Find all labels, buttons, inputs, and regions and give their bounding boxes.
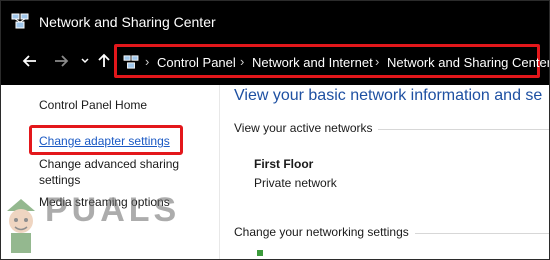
- section-divider: [378, 129, 549, 130]
- active-networks-label: View your active networks: [234, 121, 373, 135]
- network-icon: [11, 13, 29, 29]
- back-button[interactable]: [21, 53, 39, 73]
- up-button[interactable]: [95, 53, 113, 73]
- navigation-bar: › Control Panel › Network and Internet ›…: [1, 41, 549, 85]
- breadcrumb-network-and-internet[interactable]: Network and Internet: [252, 55, 373, 70]
- sidebar-link-change-advanced-sharing[interactable]: Change advanced sharing: [39, 157, 179, 171]
- breadcrumb-control-panel[interactable]: Control Panel: [157, 55, 236, 70]
- pane-divider: [219, 85, 220, 259]
- chevron-right-icon: ›: [240, 54, 245, 69]
- highlight-box: [29, 125, 183, 155]
- network-settings-icon: [257, 250, 263, 256]
- network-icon: [123, 55, 139, 69]
- chevron-down-icon: [81, 58, 89, 64]
- network-type: Private network: [254, 176, 337, 190]
- watermark-text: PUALS: [45, 191, 181, 229]
- arrow-right-icon: [55, 55, 69, 67]
- forward-button[interactable]: [52, 53, 70, 73]
- change-settings-label: Change your networking settings: [234, 225, 409, 239]
- page-title: View your basic network information and …: [234, 87, 543, 104]
- arrow-up-icon: [98, 53, 110, 67]
- network-name: First Floor: [254, 157, 314, 171]
- mascot-logo-icon: [7, 199, 35, 253]
- section-divider: [415, 233, 549, 234]
- breadcrumb-network-and-sharing-center[interactable]: Network and Sharing Center: [387, 55, 549, 70]
- arrow-left-icon: [22, 55, 36, 67]
- sidebar-link-control-panel-home[interactable]: Control Panel Home: [39, 98, 147, 112]
- chevron-right-icon: ›: [375, 54, 380, 69]
- window-title: Network and Sharing Center: [39, 14, 216, 30]
- chevron-right-icon: ›: [145, 54, 150, 69]
- address-bar[interactable]: › Control Panel › Network and Internet ›…: [114, 44, 549, 78]
- watermark: PUALS: [1, 185, 181, 259]
- recent-locations-button[interactable]: [76, 53, 94, 73]
- title-bar: Network and Sharing Center: [1, 1, 549, 41]
- window-frame: Network and Sharing Center › Control Pan…: [0, 0, 550, 260]
